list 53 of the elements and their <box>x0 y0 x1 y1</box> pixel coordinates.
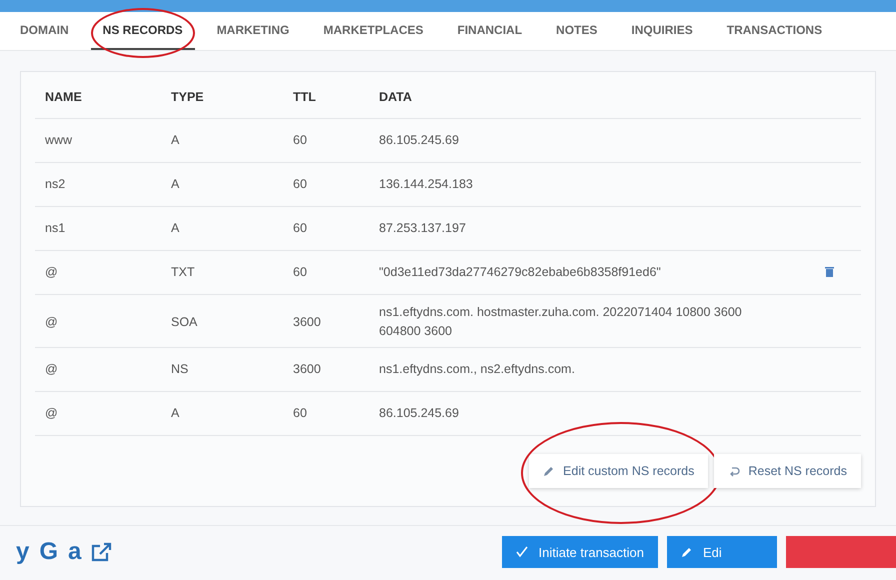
column-header: NAME <box>45 88 83 106</box>
table-cell-text: 3600 <box>293 314 322 330</box>
table-cell-text: @ <box>45 264 59 281</box>
tab[interactable]: FINANCIAL <box>445 12 534 50</box>
tab[interactable]: MARKETING <box>204 12 302 50</box>
table-cell-text: 60 <box>293 176 308 193</box>
table-cell-text: @ <box>45 314 59 330</box>
table-cell-text: A <box>171 132 180 149</box>
action-button[interactable]: Edit custom NS records <box>529 454 708 488</box>
table-cell-text: 136.144.254.183 <box>379 176 474 193</box>
tab[interactable]: INQUIRIES <box>619 12 705 50</box>
undo-arrow-icon <box>728 465 740 477</box>
tab[interactable]: MARKETPLACES <box>311 12 436 50</box>
table-cell-text: ns2 <box>45 176 66 193</box>
logo-icon[interactable]: y <box>16 538 30 566</box>
table-cell-text: A <box>171 220 180 237</box>
external-link-icon[interactable] <box>91 542 114 562</box>
table-cell-text: 60 <box>293 405 308 422</box>
pencil-icon <box>681 546 693 558</box>
table-cell-text: ns1.eftydns.com. hostmaster.zuha.com. 2022071404 10800 3600 604800 3600 <box>379 304 743 340</box>
table-cell-text: ns1 <box>45 220 66 237</box>
table-cell-text: 60 <box>293 132 308 149</box>
table-cell-text: 60 <box>293 264 308 281</box>
table-cell-text: ns1.eftydns.com., ns2.eftydns.com. <box>379 361 576 378</box>
tab[interactable]: NOTES <box>544 12 610 50</box>
tab[interactable]: NS RECORDS <box>90 12 195 50</box>
table-cell-text: TXT <box>171 264 196 281</box>
table-cell-text: A <box>171 405 180 422</box>
table-cell-text: 3600 <box>293 361 322 378</box>
table-cell-text: SOA <box>171 314 198 330</box>
logo-icon[interactable]: G <box>39 538 58 566</box>
logo-icon[interactable]: a <box>68 538 82 566</box>
column-header: DATA <box>379 88 413 106</box>
tab[interactable]: TRANSACTIONS <box>714 12 834 50</box>
footer-button[interactable]: Initiate transaction <box>502 536 658 568</box>
table-cell-text: NS <box>171 361 190 378</box>
table-cell-text: A <box>171 176 180 193</box>
column-header: TYPE <box>171 88 205 106</box>
table-cell-text: "0d3e11ed73da27746279c82ebabe6b8358f91ed6" <box>379 264 662 281</box>
table-cell-text: 87.253.137.197 <box>379 220 467 237</box>
action-button[interactable]: Reset NS records <box>714 454 861 488</box>
table-cell-text: @ <box>45 405 59 422</box>
table-cell-text: www <box>45 132 74 149</box>
trash-icon[interactable] <box>825 266 834 276</box>
table-cell-text: 86.105.245.69 <box>379 132 460 149</box>
table-cell-text: 86.105.245.69 <box>379 405 460 422</box>
footer-button[interactable]: Edi <box>667 536 777 568</box>
check-icon <box>516 546 528 558</box>
pencil-icon <box>543 465 556 477</box>
column-header: TTL <box>293 88 317 106</box>
tab[interactable]: DOMAIN <box>8 12 81 50</box>
table-cell-text: 60 <box>293 220 308 237</box>
table-cell-text: @ <box>45 361 59 378</box>
